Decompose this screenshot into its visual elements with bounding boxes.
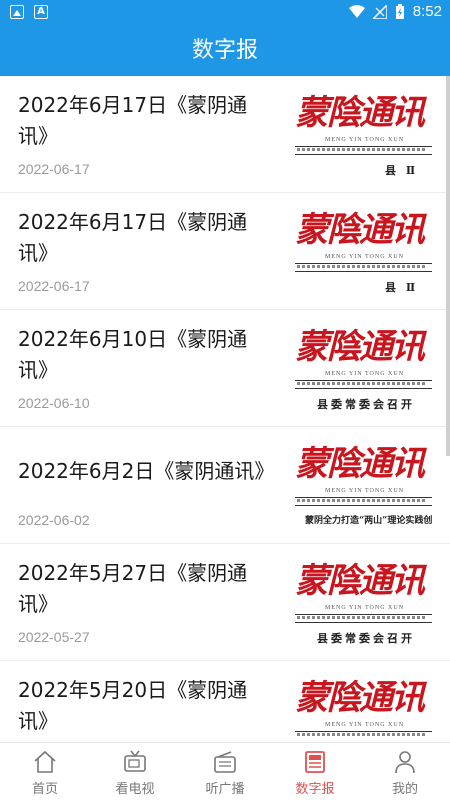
divider <box>295 271 432 272</box>
signal-icon <box>372 4 387 19</box>
fine-print <box>297 265 427 268</box>
masthead-pinyin: MENG YIN TONG XUN <box>325 488 405 494</box>
divider <box>295 614 432 615</box>
list-item[interactable]: 2022年6月17日《蒙阴通讯》 2022-06-17 蒙陰通讯 MENG YI… <box>0 193 450 310</box>
masthead: 蒙陰通讯 <box>295 678 425 718</box>
article-title: 2022年5月20日《蒙阴通讯》 <box>18 678 248 733</box>
user-icon <box>395 751 415 774</box>
newspaper-thumbnail[interactable]: 蒙陰通讯 MENG YIN TONG XUN 蒙阴全力打造“两山”理论实践创 <box>295 441 432 531</box>
newspaper-thumbnail[interactable]: 蒙陰通讯 MENG YIN TONG XUN 县 Ⅱ <box>295 90 432 180</box>
battery-icon <box>395 3 404 19</box>
article-date: 2022-06-17 <box>18 278 90 294</box>
masthead: 蒙陰通讯 <box>295 561 425 601</box>
divider <box>295 154 432 155</box>
masthead: 蒙陰通讯 <box>295 210 425 250</box>
tab-label: 数字报 <box>295 782 335 797</box>
divider <box>295 622 432 623</box>
tv-icon <box>124 750 146 772</box>
thumb-headline: 县委常委会召开 <box>317 632 415 645</box>
divider <box>295 146 432 147</box>
a-icon: A <box>34 5 48 19</box>
list-item[interactable]: 2022年6月10日《蒙阴通讯》 2022-06-10 蒙陰通讯 MENG YI… <box>0 310 450 427</box>
newspaper-thumbnail[interactable]: 蒙陰通讯 MENG YIN TONG XUN 县委常委会召开 <box>295 324 432 414</box>
image-icon <box>10 5 24 19</box>
home-icon <box>34 750 56 773</box>
thumb-headline: 县 Ⅱ <box>385 281 419 294</box>
article-title: 2022年6月17日《蒙阴通讯》 <box>18 93 248 148</box>
newspaper-thumbnail[interactable]: 蒙陰通讯 MENG YIN TONG XUN 县 Ⅱ <box>295 207 432 297</box>
fine-print <box>297 733 427 736</box>
fine-print <box>297 616 427 619</box>
status-time: 8:52 <box>412 3 442 20</box>
tab-digital-paper[interactable]: 数字报 <box>270 743 360 800</box>
list-item[interactable]: 2022年6月2日《蒙阴通讯》 2022-06-02 蒙陰通讯 MENG YIN… <box>0 427 450 544</box>
thumb-headline: 县 Ⅱ <box>385 164 419 177</box>
masthead-pinyin: MENG YIN TONG XUN <box>325 605 405 611</box>
masthead: 蒙陰通讯 <box>295 327 425 367</box>
article-date: 2022-06-10 <box>18 395 90 411</box>
article-title: 2022年6月2日《蒙阴通讯》 <box>18 459 275 483</box>
tab-profile[interactable]: 我的 <box>360 743 450 800</box>
divider <box>295 263 432 264</box>
article-title: 2022年6月17日《蒙阴通讯》 <box>18 210 248 265</box>
status-bar: A 8:52 <box>0 0 450 26</box>
newspaper-icon <box>305 751 325 773</box>
divider <box>295 505 432 506</box>
masthead: 蒙陰通讯 <box>295 444 425 484</box>
list-item[interactable]: 2022年6月17日《蒙阴通讯》 2022-06-17 蒙陰通讯 MENG YI… <box>0 76 450 193</box>
tab-label: 看电视 <box>115 782 155 797</box>
radio-icon <box>214 751 236 773</box>
fine-print <box>297 148 427 151</box>
masthead-pinyin: MENG YIN TONG XUN <box>325 371 405 377</box>
tab-label: 首页 <box>31 782 58 797</box>
masthead-pinyin: MENG YIN TONG XUN <box>325 137 405 143</box>
thumb-headline: 县委常委会召开 <box>317 398 415 411</box>
article-title: 2022年6月10日《蒙阴通讯》 <box>18 327 248 382</box>
fine-print <box>297 382 427 385</box>
wifi-icon <box>348 4 365 18</box>
masthead-pinyin: MENG YIN TONG XUN <box>325 254 405 260</box>
scrollbar[interactable] <box>446 76 450 456</box>
article-title: 2022年5月27日《蒙阴通讯》 <box>18 561 248 616</box>
tab-home[interactable]: 首页 <box>0 743 90 800</box>
divider <box>295 388 432 389</box>
divider <box>295 380 432 381</box>
article-list[interactable]: 2022年6月17日《蒙阴通讯》 2022-06-17 蒙陰通讯 MENG YI… <box>0 76 450 742</box>
masthead: 蒙陰通讯 <box>295 93 425 133</box>
article-date: 2022-06-17 <box>18 161 90 177</box>
newspaper-thumbnail[interactable]: 蒙陰通讯 MENG YIN TONG XUN 县委常委会召开 <box>295 558 432 648</box>
article-date: 2022-06-02 <box>18 512 90 528</box>
tab-tv[interactable]: 看电视 <box>90 743 180 800</box>
thumb-headline: 蒙阴全力打造“两山”理论实践创 <box>305 516 432 526</box>
divider <box>295 497 432 498</box>
masthead-pinyin: MENG YIN TONG XUN <box>325 722 405 728</box>
list-item[interactable]: 2022年5月20日《蒙阴通讯》 蒙陰通讯 MENG YIN TONG XUN <box>0 661 450 742</box>
tab-radio[interactable]: 听广播 <box>180 743 270 800</box>
newspaper-thumbnail[interactable]: 蒙陰通讯 MENG YIN TONG XUN <box>295 675 432 742</box>
list-item[interactable]: 2022年5月27日《蒙阴通讯》 2022-05-27 蒙陰通讯 MENG YI… <box>0 544 450 661</box>
bottom-tab-bar: 首页 看电视 听广播 数字报 我的 <box>0 742 450 800</box>
page-title: 数字报 <box>0 26 450 76</box>
tab-label: 我的 <box>391 782 418 797</box>
article-date: 2022-05-27 <box>18 629 90 645</box>
tab-label: 听广播 <box>205 782 245 797</box>
fine-print <box>297 499 427 502</box>
divider <box>295 731 432 732</box>
